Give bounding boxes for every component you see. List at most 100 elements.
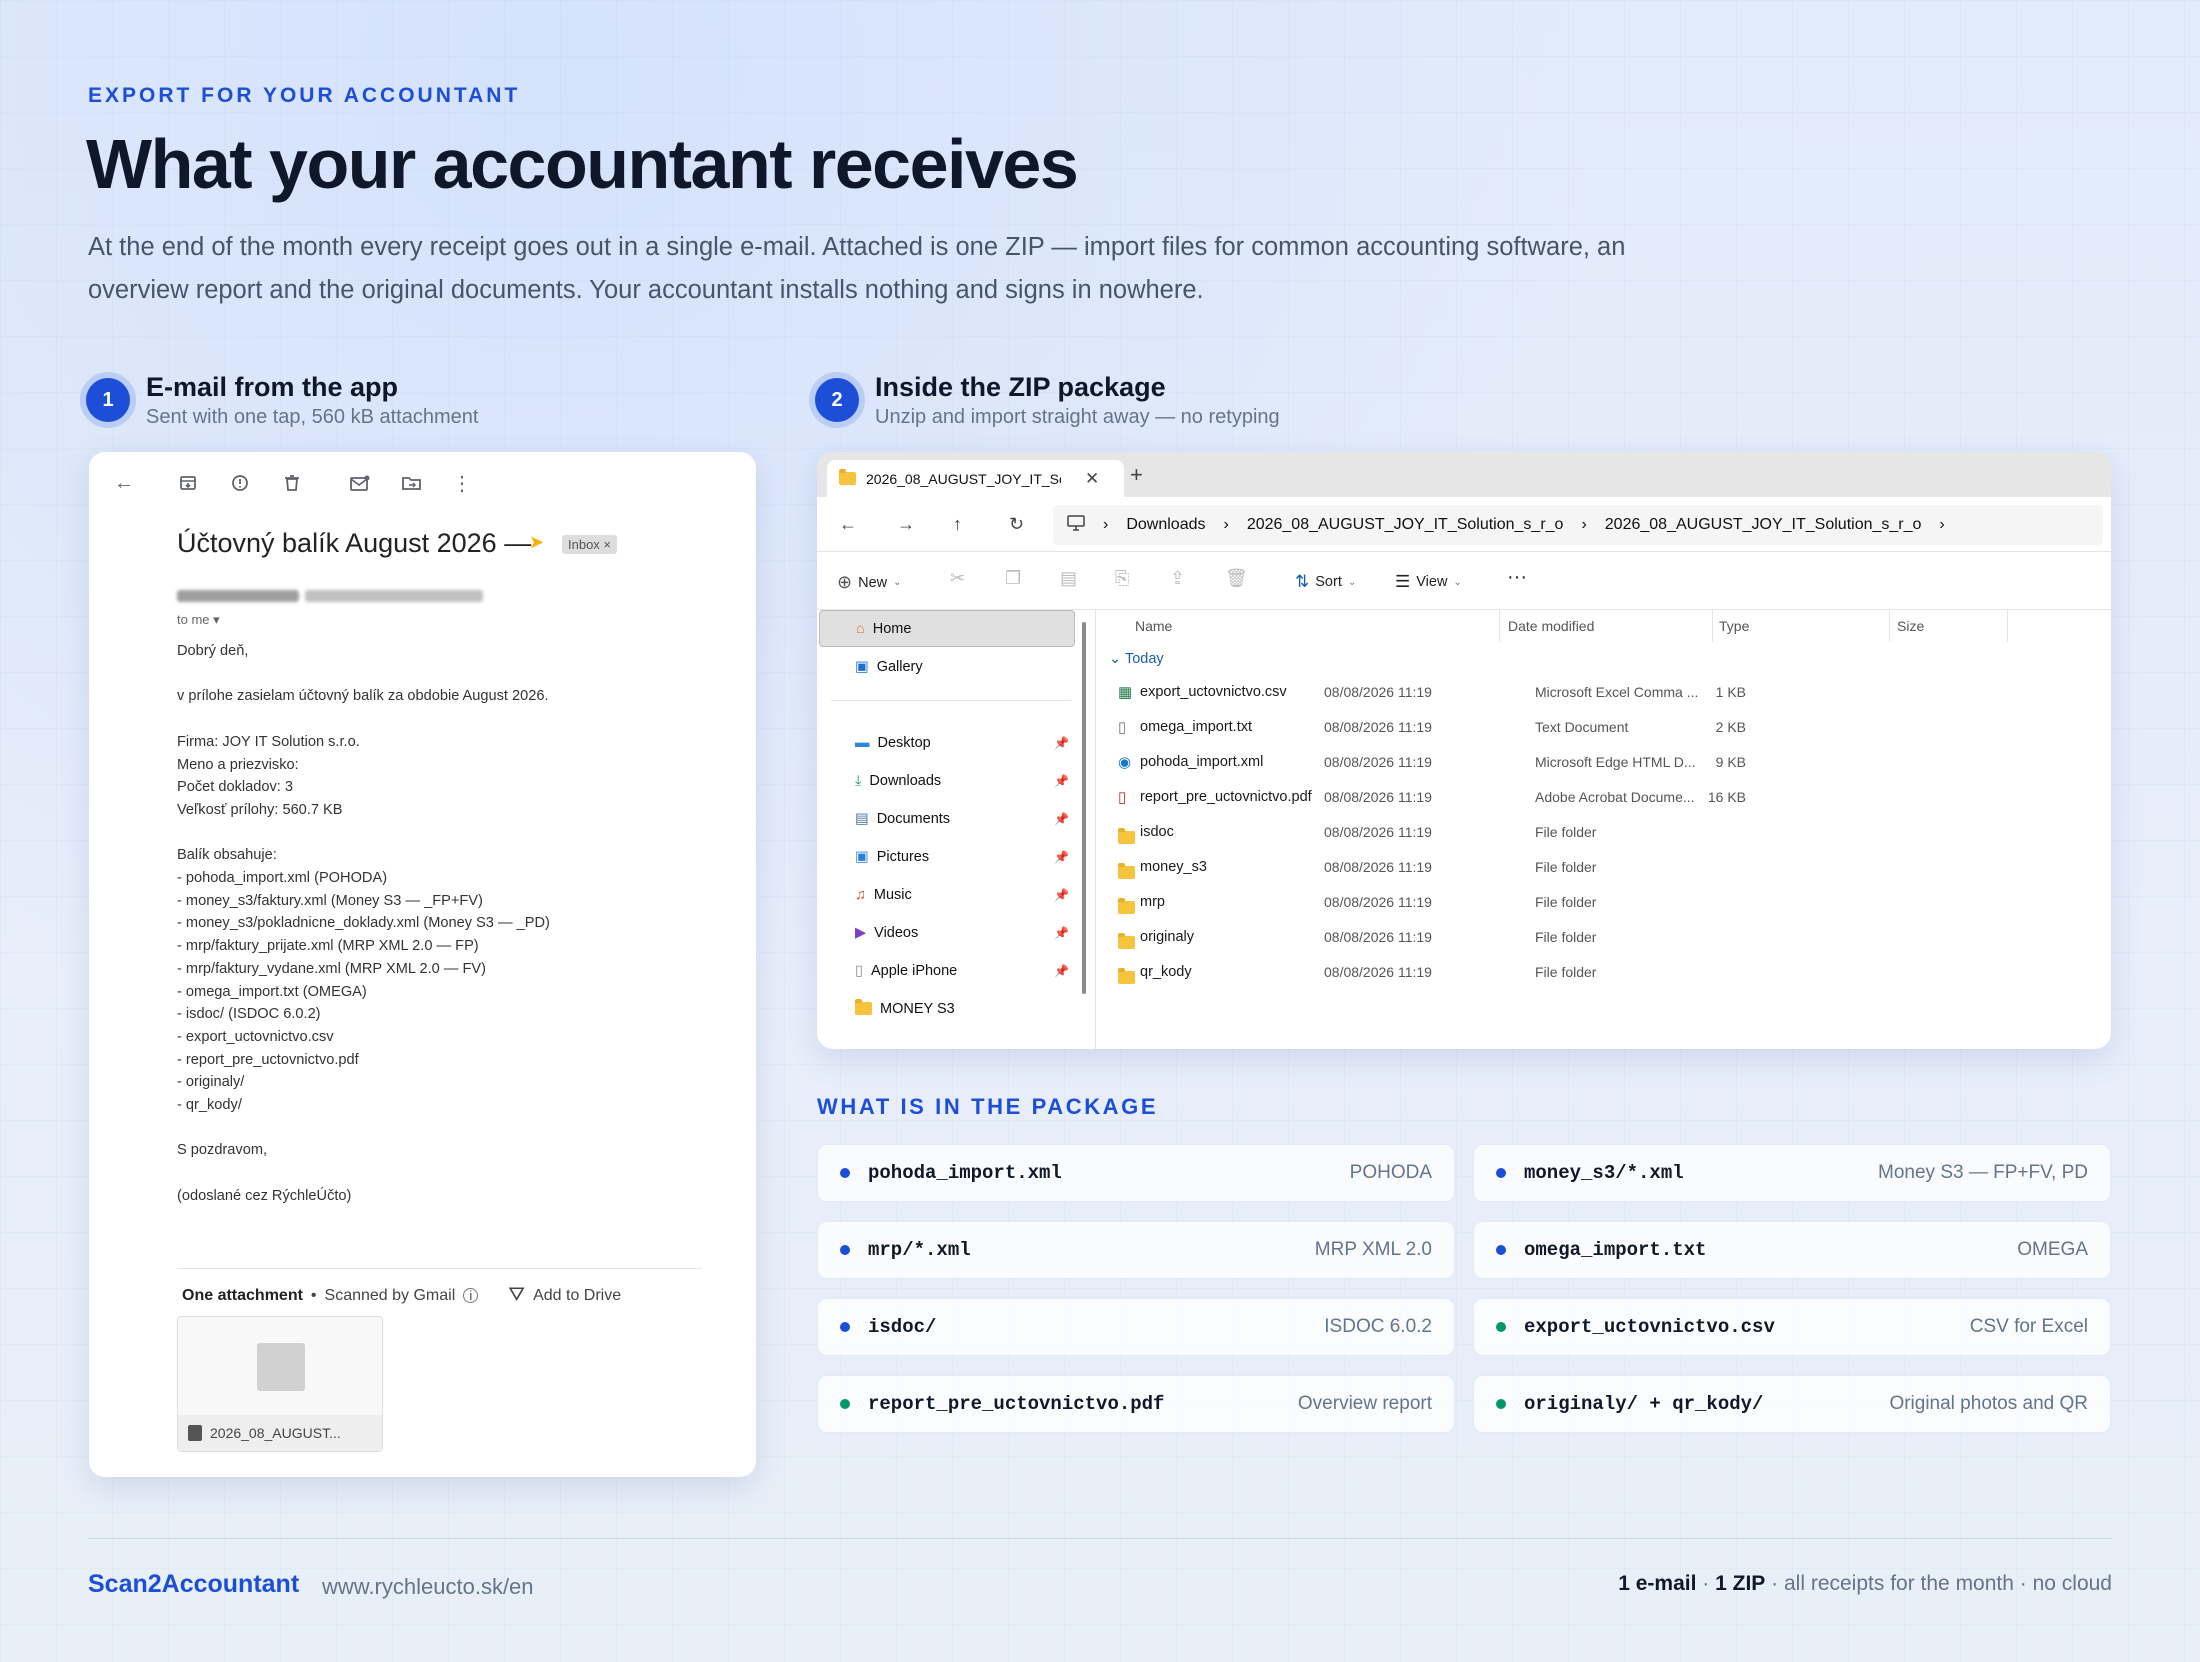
file-row[interactable]: ▯ report_pre_uctovnictvo.pdf 08/08/2026 … [1099,781,2099,814]
package-file-description: MRP XML 2.0 [1314,1239,1432,1260]
package-file-description: POHODA [1349,1162,1432,1183]
sidebar-item-documents[interactable]: ▤ Documents 📌 [819,800,1075,837]
sidebar-item-apple-iphone[interactable]: ▯ Apple iPhone 📌 [819,952,1075,989]
sidebar-item-gallery[interactable]: ▣ Gallery [819,648,1075,685]
folder-icon [839,469,856,485]
divider [177,1268,702,1269]
more-menu-icon[interactable]: ⋮ [449,470,475,496]
copy-icon[interactable]: ❐ [1005,568,1021,589]
bullet-dot-icon [840,1168,850,1178]
file-row[interactable]: ▯ omega_import.txt 08/08/2026 11:19 Text… [1099,711,2099,744]
step-1-badge: 1 [86,378,130,422]
chevron-down-icon: ⌄ [1109,651,1122,667]
new-tab-icon[interactable]: + [1130,462,1143,488]
move-to-icon[interactable] [399,470,425,496]
file-explorer-screenshot: 2026_08_AUGUST_JOY_IT_Solution_s_r_o ✕ +… [817,452,2111,1049]
pin-icon: 📌 [1054,925,1069,940]
attachment-name: 2026_08_AUGUST... [210,1425,341,1441]
package-item: mrp/*.xml MRP XML 2.0 [817,1221,1455,1279]
info-icon[interactable]: i [463,1288,479,1303]
divider [1712,610,1713,642]
mark-unread-icon[interactable] [347,470,373,496]
music-icon: ♫ [855,886,866,903]
sidebar-scrollbar[interactable] [1082,622,1086,994]
report-spam-icon[interactable] [227,470,253,496]
pin-icon: 📌 [1054,773,1069,788]
sidebar-item-money-s3[interactable]: MONEY S3 [819,990,1075,1027]
cut-icon[interactable]: ✂ [950,568,965,589]
forward-icon[interactable]: → [897,514,915,535]
new-button[interactable]: ⊕ New ⌄ [837,572,902,593]
share-icon[interactable]: ⇪ [1170,568,1185,589]
file-row[interactable]: qr_kody 08/08/2026 11:19 File folder [1099,956,2099,989]
intro-text: At the end of the month every receipt go… [88,233,1626,304]
sidebar-item-desktop[interactable]: ▬ Desktop 📌 [819,724,1075,761]
package-file-name: report_pre_uctovnictvo.pdf [868,1393,1165,1415]
bullet-dot-icon [840,1399,850,1409]
file-row[interactable]: isdoc 08/08/2026 11:19 File folder [1099,816,2099,849]
sidebar-item-home[interactable]: ⌂ Home [819,610,1075,647]
package-file-description: Overview report [1297,1393,1432,1414]
column-header-size[interactable]: Size [1897,618,1924,634]
sidebar-item-downloads[interactable]: ⤓ Downloads 📌 [819,762,1075,799]
inbox-label[interactable]: Inbox × [562,535,618,554]
back-arrow-icon[interactable]: ← [111,470,137,496]
column-header-type[interactable]: Type [1719,618,1749,634]
package-file-name: originaly/ + qr_kody/ [1524,1393,1764,1415]
website-link[interactable]: www.rychleucto.sk/en [322,1574,534,1600]
sidebar-item-videos[interactable]: ▶ Videos 📌 [819,914,1075,951]
file-row[interactable]: ▦ export_uctovnictvo.csv 08/08/2026 11:1… [1099,676,2099,709]
archive-icon[interactable] [175,470,201,496]
delete-icon[interactable]: 🗑 [1225,568,1248,589]
sidebar-item-pictures[interactable]: ▣ Pictures 📌 [819,838,1075,875]
attachment-thumbnail[interactable]: 2026_08_AUGUST... [177,1316,383,1452]
download-icon: ⤓ [855,772,862,789]
package-file-name: mrp/*.xml [868,1239,971,1261]
tab-bar: 2026_08_AUGUST_JOY_IT_Solution_s_r_o ✕ + [817,452,2111,497]
bullet-dot-icon [840,1245,850,1255]
attachment-count: One attachment [182,1286,303,1304]
view-button[interactable]: ☰ View ⌄ [1395,572,1462,592]
package-item: money_s3/*.xml Money S3 — FP+FV, PD [1473,1144,2111,1202]
stat-email: 1 e-mail [1618,1572,1697,1595]
documents-icon: ▤ [855,810,869,827]
column-header-date-modified[interactable]: Date modified [1508,618,1594,634]
add-to-drive-icon[interactable]: ⛛ [508,1284,525,1307]
breadcrumb-folder-1[interactable]: 2026_08_AUGUST_JOY_IT_Solution_s_r_o [1247,516,1564,534]
address-bar[interactable]: › Downloads › 2026_08_AUGUST_JOY_IT_Solu… [1053,505,2103,545]
package-heading: WHAT IS IN THE PACKAGE [817,1094,1159,1119]
back-icon[interactable]: ← [839,514,857,535]
step-2-title: Inside the ZIP package [875,372,1166,402]
zip-file-icon [257,1343,305,1391]
close-tab-icon[interactable]: ✕ [1085,469,1099,489]
recipient-toggle[interactable]: to me ▾ [177,612,220,628]
group-header-today[interactable]: ⌄ Today [1109,651,1164,667]
breadcrumb-folder-2[interactable]: 2026_08_AUGUST_JOY_IT_Solution_s_r_o [1605,516,1922,534]
add-to-drive-button[interactable]: Add to Drive [533,1287,621,1305]
rename-icon[interactable]: ⎘ [1115,568,1129,589]
navigation-pane: ⌂ Home ▣ Gallery ▬ Desktop 📌 ⤓ Downloads 📌 ▤ Do… [817,610,1089,1049]
address-row: ← → ↑ ↻ › Downloads › 2026_08_AUGUST_JOY… [817,497,2111,552]
file-row[interactable]: originaly 08/08/2026 11:19 File folder [1099,921,2099,954]
sort-button[interactable]: ⇅ Sort ⌄ [1295,572,1356,592]
file-row[interactable]: mrp 08/08/2026 11:19 File folder [1099,886,2099,919]
sidebar-item-music[interactable]: ♫ Music 📌 [819,876,1075,913]
package-item: export_uctovnictvo.csv CSV for Excel [1473,1298,2111,1356]
column-header-name[interactable]: Name [1135,618,1172,634]
up-icon[interactable]: ↑ [953,514,962,535]
paste-icon[interactable]: ▤ [1060,568,1077,589]
page-title: What your accountant receives [86,125,1079,203]
breadcrumb-downloads[interactable]: Downloads [1126,516,1205,534]
delete-icon[interactable] [279,470,305,496]
pin-icon: 📌 [1054,735,1069,750]
step-2-subtitle: Unzip and import straight away — no rety… [875,406,1280,428]
package-item: originaly/ + qr_kody/Original photos and… [1473,1375,2111,1433]
refresh-icon[interactable]: ↻ [1009,514,1024,535]
bullet-dot-icon [840,1322,850,1332]
more-options-icon[interactable]: ··· [1507,566,1527,589]
divider [1499,610,1500,642]
file-row[interactable]: ◉ pohoda_import.xml 08/08/2026 11:19 Mic… [1099,746,2099,779]
explorer-tab[interactable]: 2026_08_AUGUST_JOY_IT_Solution_s_r_o ✕ [827,460,1124,497]
bullet-dot-icon [1496,1245,1506,1255]
file-row[interactable]: money_s3 08/08/2026 11:19 File folder [1099,851,2099,884]
